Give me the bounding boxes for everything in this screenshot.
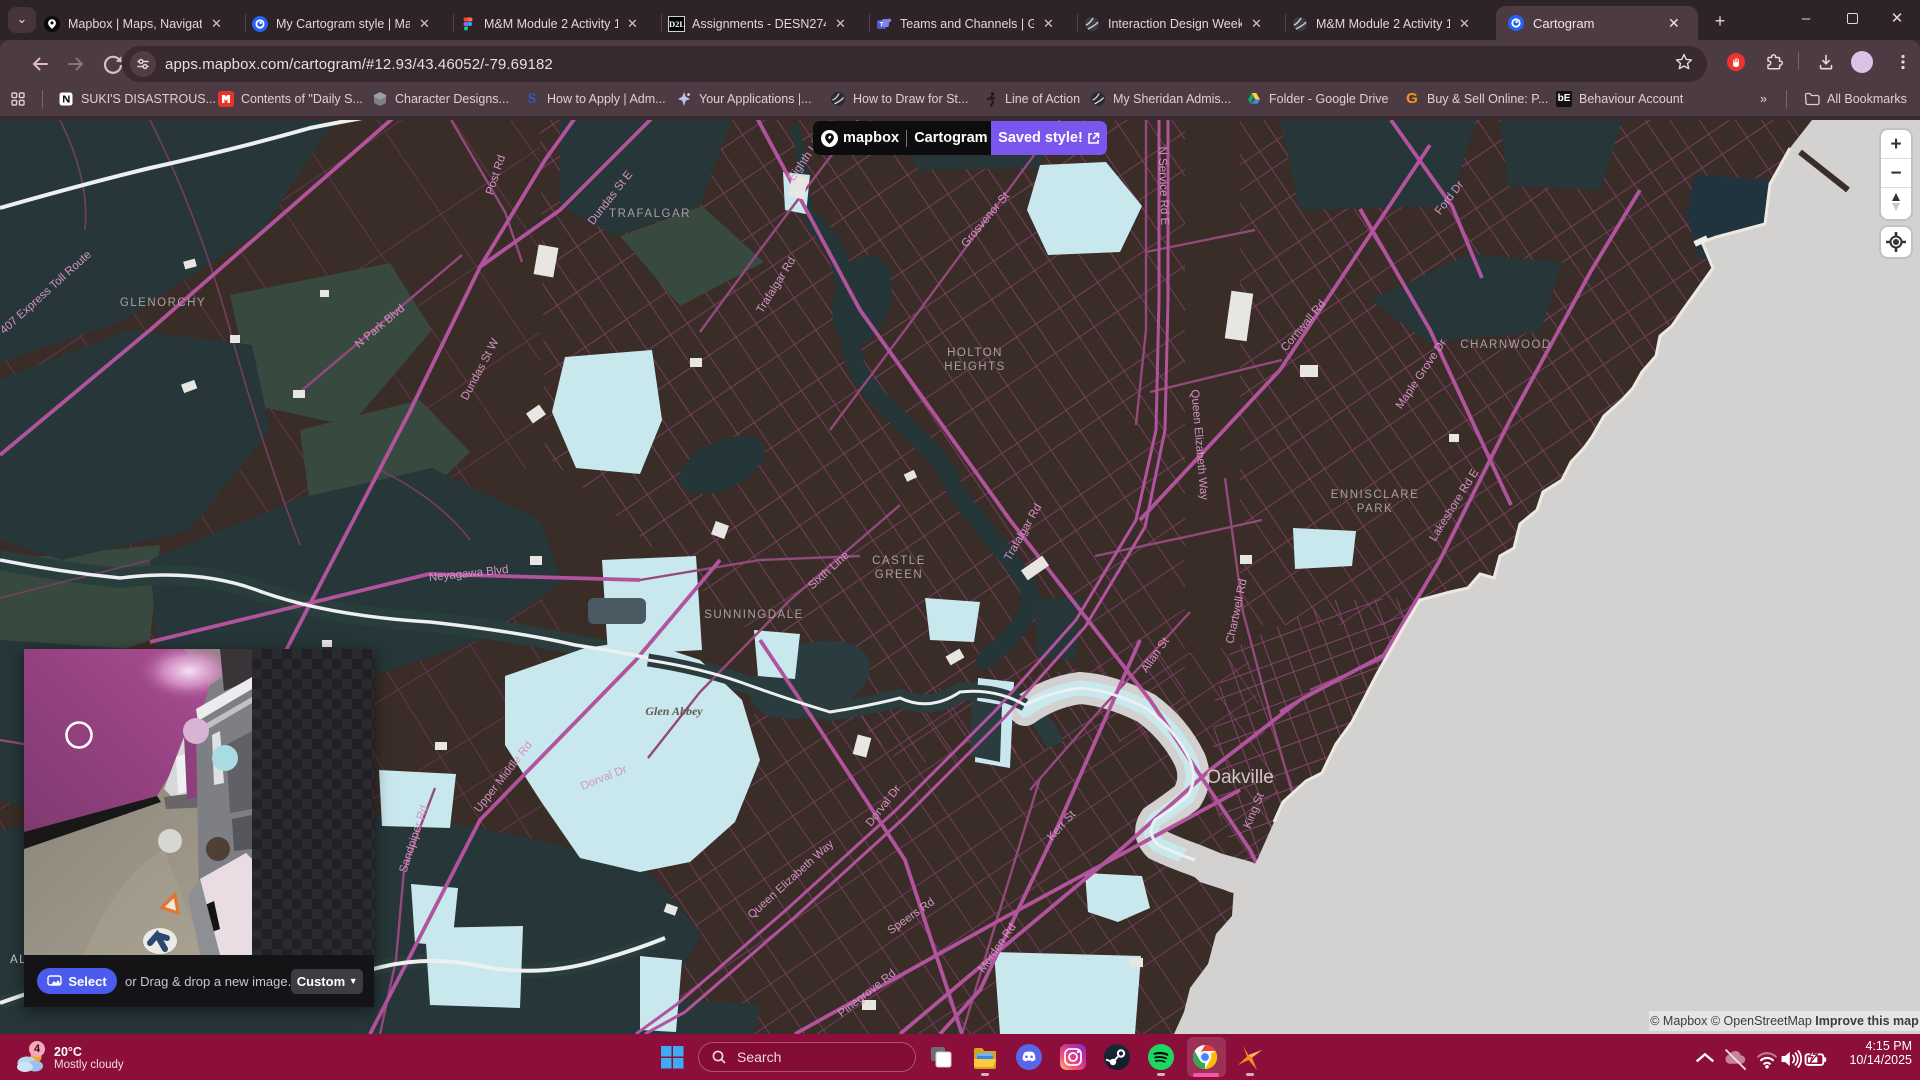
svg-text:CHARNWOOD: CHARNWOOD bbox=[1460, 339, 1551, 351]
svg-text:GLENORCHY: GLENORCHY bbox=[120, 297, 206, 309]
svg-text:Oakville: Oakville bbox=[1206, 767, 1274, 788]
svg-text:TRAFALGAR: TRAFALGAR bbox=[609, 208, 691, 220]
svg-text:HOLTON: HOLTON bbox=[947, 347, 1003, 359]
svg-text:HEIGHTS: HEIGHTS bbox=[944, 361, 1006, 373]
svg-text:CASTLE: CASTLE bbox=[872, 555, 926, 567]
svg-text:GREEN: GREEN bbox=[875, 569, 923, 581]
svg-text:Glen Abbey: Glen Abbey bbox=[645, 704, 703, 718]
svg-text:PARK: PARK bbox=[1357, 503, 1393, 515]
svg-text:T: T bbox=[879, 22, 883, 29]
svg-text:ENNISCLARE: ENNISCLARE bbox=[1331, 489, 1420, 501]
svg-text:SUNNINGDALE: SUNNINGDALE bbox=[704, 609, 804, 621]
